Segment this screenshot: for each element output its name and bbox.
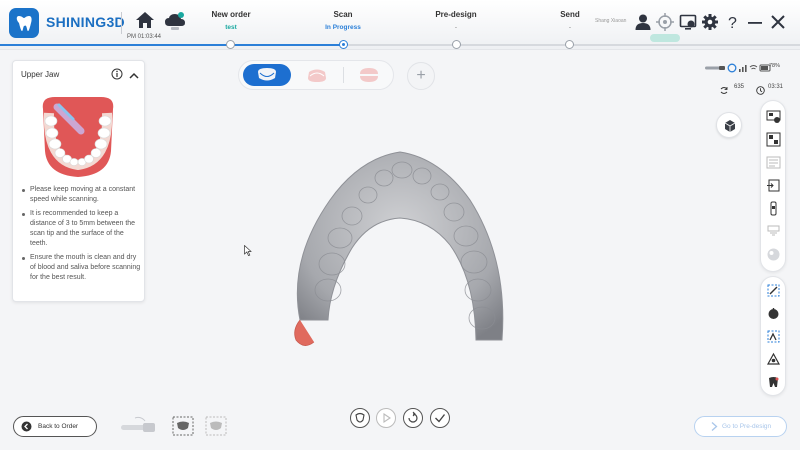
jaw-view-tool[interactable]: [172, 416, 194, 441]
refresh-count-icon: [719, 82, 729, 94]
lower-jaw-icon: [308, 69, 326, 82]
tip-item: Please keep moving at a constant speed w…: [21, 185, 143, 205]
bite-icon: [360, 68, 378, 82]
chevron-right-icon: [709, 421, 719, 432]
step-title: Scan: [333, 10, 353, 19]
scanner-tip-icon: [121, 416, 155, 432]
scanner-icon[interactable]: [766, 201, 781, 216]
crop-icon[interactable]: [766, 306, 781, 321]
chevron-left-icon: [21, 421, 32, 432]
undo-button[interactable]: [403, 408, 423, 428]
confirm-button[interactable]: [430, 408, 450, 428]
tooth-icon[interactable]: [766, 375, 781, 390]
step-dot-new-order[interactable]: [226, 40, 235, 49]
close-icon[interactable]: [769, 13, 787, 31]
go-button-label: Go to Pre-design: [722, 423, 772, 430]
scan-tips-list: Please keep moving at a constant speed w…: [21, 185, 143, 287]
bite-button[interactable]: [345, 64, 393, 86]
import-icon[interactable]: [766, 178, 781, 193]
plus-icon: +: [416, 67, 426, 84]
view-cube-button[interactable]: [716, 112, 742, 138]
color-icon[interactable]: [766, 247, 781, 262]
top-bar: SHINING3D PM 01:03:44 New order test Sca…: [0, 0, 800, 50]
minimize-icon[interactable]: [746, 13, 764, 31]
scan-duration: 03:31: [768, 84, 784, 90]
select-icon[interactable]: [766, 283, 781, 298]
mouse-cursor-icon: [244, 243, 252, 256]
play-button[interactable]: [376, 408, 396, 428]
shining3d-logo-icon: [9, 8, 39, 38]
home-icon[interactable]: [135, 11, 155, 29]
bite-view-icon: [205, 416, 227, 436]
screen-settings-icon[interactable]: [679, 13, 697, 31]
upper-jaw-button[interactable]: [243, 64, 291, 86]
network-icon: [739, 65, 747, 72]
battery-level: 78%: [769, 63, 781, 69]
brand-name: SHINING3D: [46, 14, 125, 30]
step-scan[interactable]: Scan In Progress: [298, 10, 388, 31]
upper-jaw-icon: [258, 68, 276, 81]
step-pre-design[interactable]: Pre-design -: [411, 10, 501, 31]
divider: [121, 12, 122, 34]
cloud-icon[interactable]: [164, 11, 186, 31]
step-dot-pre-design[interactable]: [452, 40, 461, 49]
scanner-tip-tool[interactable]: [119, 416, 159, 441]
lasso-icon[interactable]: [766, 329, 781, 344]
undo-icon: [408, 411, 418, 423]
chevron-up-icon[interactable]: [129, 68, 139, 79]
step-sub: -: [454, 24, 458, 31]
divider: [343, 67, 344, 83]
target-icon[interactable]: [656, 13, 674, 31]
panel-title: Upper Jaw: [21, 70, 60, 79]
check-icon: [435, 414, 446, 423]
go-to-pre-design-button[interactable]: Go to Pre-design: [694, 416, 787, 437]
user-name: Shang Xiaoan: [595, 18, 627, 24]
svg-text:?: ?: [728, 15, 737, 31]
jaw-view-icon: [172, 416, 194, 436]
frame-count: 635: [734, 84, 745, 90]
pause-icon: [355, 412, 365, 423]
wifi-icon: [749, 65, 758, 70]
gear-icon[interactable]: [701, 13, 719, 31]
back-to-order-button[interactable]: Back to Order: [13, 416, 97, 437]
step-sub: In Progress: [325, 24, 361, 31]
step-title: New order: [211, 10, 251, 19]
play-icon: [383, 412, 391, 424]
status-pill: [650, 34, 680, 42]
progress-track-done: [0, 44, 345, 46]
jaw-tips-panel: Upper Jaw Please keep moving at a consta…: [12, 60, 145, 302]
step-new-order[interactable]: New order test: [186, 10, 276, 31]
dental-scan-model[interactable]: [270, 140, 530, 360]
right-toolbar-edit: [760, 276, 786, 396]
filter-icon[interactable]: [766, 155, 781, 170]
pause-button[interactable]: [350, 408, 370, 428]
user-icon[interactable]: [634, 13, 652, 31]
clock-icon: [756, 82, 765, 95]
step-sub: test: [225, 24, 237, 31]
step-dot-scan[interactable]: [339, 40, 348, 49]
scanner-device-icon: [705, 66, 725, 70]
tip-icon[interactable]: [766, 224, 781, 239]
upper-jaw-illustration: [37, 91, 119, 183]
jaw-selector: [238, 60, 394, 90]
measure-icon[interactable]: [766, 352, 781, 367]
info-icon[interactable]: [111, 67, 123, 80]
add-scan-button[interactable]: +: [407, 62, 435, 90]
view-cube-icon: [724, 120, 736, 132]
right-toolbar-scan: [760, 100, 786, 272]
bite-view-tool[interactable]: [205, 416, 227, 441]
back-button-label: Back to Order: [38, 423, 79, 430]
tip-item: It is recommended to keep a distance of …: [21, 209, 143, 249]
help-icon[interactable]: ?: [724, 13, 742, 32]
scan-mode-icon[interactable]: [766, 109, 781, 124]
tip-item: Ensure the mouth is clean and dry of blo…: [21, 253, 143, 283]
step-title: Pre-design: [435, 10, 477, 19]
clock-time: PM 01:03:44: [127, 34, 162, 40]
texture-icon[interactable]: [766, 132, 781, 147]
sync-icon: [727, 63, 737, 73]
step-sub: -: [568, 24, 572, 31]
lower-jaw-button[interactable]: [293, 64, 341, 86]
step-dot-send[interactable]: [565, 40, 574, 49]
